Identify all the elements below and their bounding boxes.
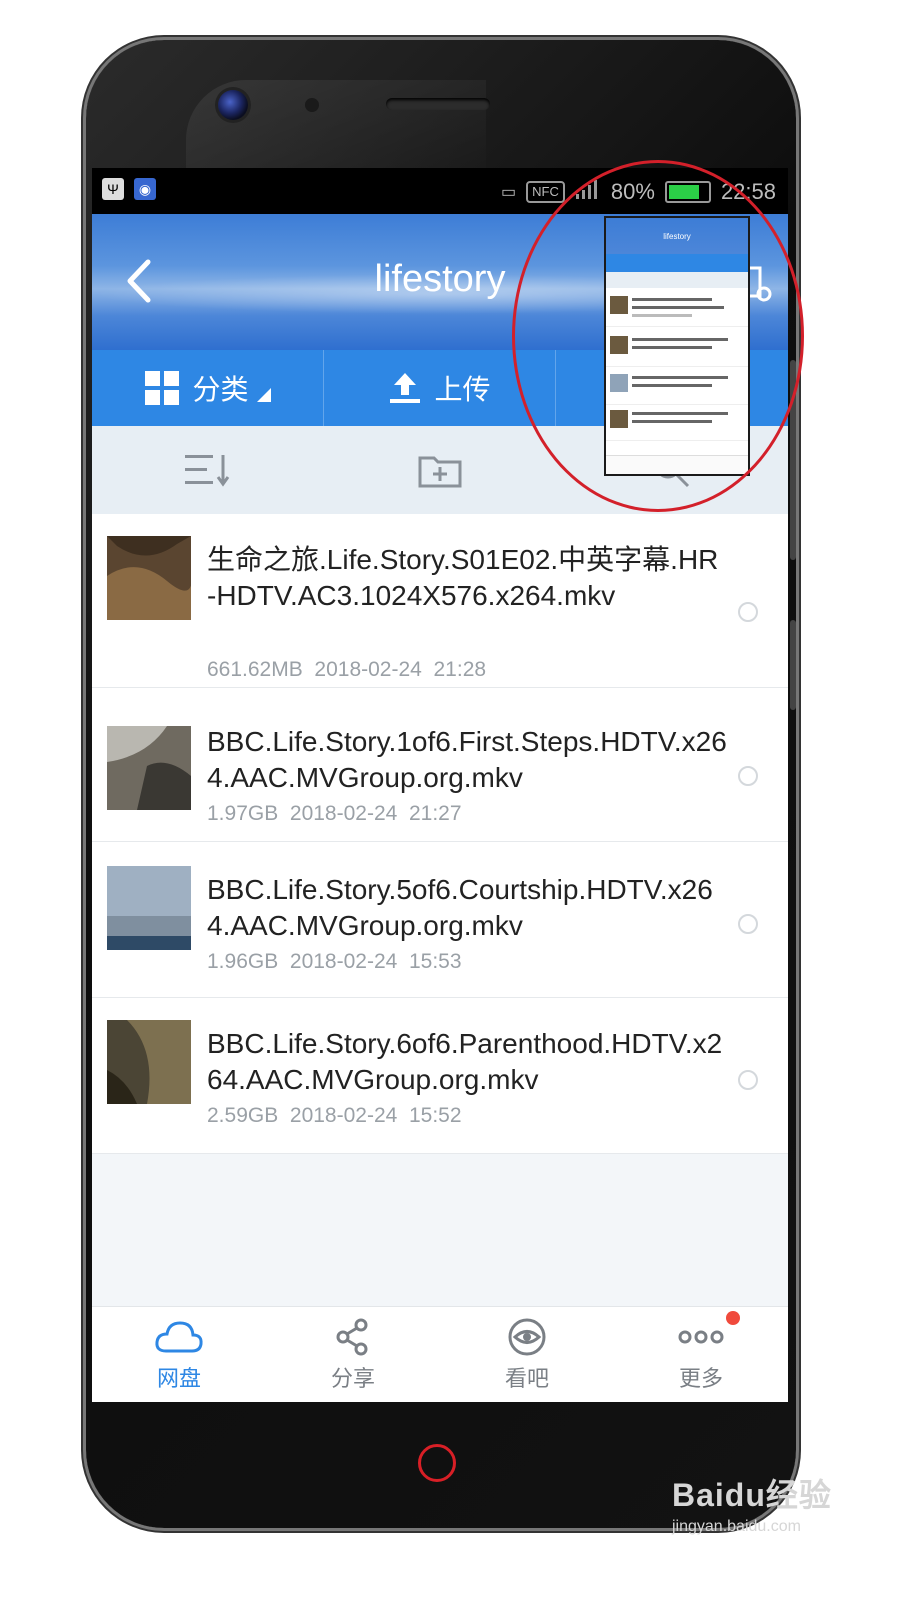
battery-icon: [664, 181, 711, 203]
mini-line: [632, 412, 728, 415]
file-row[interactable]: BBC.Life.Story.1of6.First.Steps.HDTV.x26…: [92, 688, 788, 842]
volume-button: [790, 360, 796, 560]
upload-icon: [390, 373, 421, 403]
file-name: BBC.Life.Story.5of6.Courtship.HDTV.x264.…: [207, 874, 713, 941]
tab-label: 网盘: [156, 1367, 201, 1392]
file-row[interactable]: BBC.Life.Story.5of6.Courtship.HDTV.x264.…: [92, 842, 788, 998]
share-icon: [336, 1318, 368, 1356]
select-checkbox[interactable]: [738, 602, 758, 622]
cloud-icon: [155, 1321, 203, 1353]
tab-label: 看吧: [504, 1367, 549, 1392]
proximity-sensor: [305, 98, 319, 112]
mini-tabbar: [606, 455, 748, 474]
new-folder-button[interactable]: [324, 426, 556, 514]
home-button[interactable]: [418, 1444, 456, 1482]
new-folder-icon: [418, 456, 462, 488]
file-size: 1.97GB: [207, 802, 279, 825]
mini-thumb: [610, 296, 628, 314]
file-meta: 661.62MB 2018-02-24 21:28: [207, 658, 486, 682]
front-camera: [218, 90, 248, 120]
status-right: ▭ NFC 80% 22:58: [501, 178, 776, 206]
battery-percent: 80%: [610, 179, 655, 204]
category-label: 分类: [192, 373, 249, 406]
tab-label: 分享: [330, 1367, 375, 1392]
mini-thumb: [610, 336, 628, 354]
screenshot-preview[interactable]: lifestory: [604, 216, 750, 476]
mini-header: lifestory: [606, 218, 748, 254]
upload-button[interactable]: 上传: [324, 350, 556, 426]
mini-row: [606, 290, 748, 327]
more-icon: [678, 1330, 724, 1344]
earpiece-speaker: [386, 98, 490, 110]
mini-row: [606, 404, 748, 441]
tab-label: 更多: [678, 1367, 723, 1392]
select-checkbox[interactable]: [738, 766, 758, 786]
file-date: 2018-02-24 15:53: [289, 950, 462, 973]
signal-icon: [575, 178, 601, 206]
vibrate-icon: ▭: [501, 184, 517, 201]
mini-thumb: [610, 374, 628, 392]
file-row[interactable]: 生命之旅.Life.Story.S01E02.中英字幕.HR-HDTV.AC3.…: [92, 514, 788, 688]
tab-more[interactable]: 更多: [614, 1307, 788, 1402]
file-name: BBC.Life.Story.1of6.First.Steps.HDTV.x26…: [207, 726, 727, 793]
select-checkbox[interactable]: [738, 914, 758, 934]
mini-line: [632, 306, 724, 309]
dropdown-triangle-icon: [256, 388, 271, 402]
mini-line: [632, 314, 692, 317]
mini-line: [632, 338, 728, 341]
select-checkbox[interactable]: [738, 1070, 758, 1090]
video-thumbnail: [107, 536, 191, 620]
clock: 22:58: [720, 179, 776, 204]
video-thumbnail: [107, 866, 191, 950]
mini-line: [632, 420, 712, 423]
video-thumbnail: [107, 1020, 191, 1104]
app-notification-icon: ◉: [134, 178, 156, 200]
mini-line: [632, 384, 712, 387]
file-size: 1.96GB: [207, 950, 279, 973]
mini-row: [606, 368, 748, 405]
mini-thumb: [610, 410, 628, 428]
usb-icon: Ψ: [102, 178, 124, 200]
file-list: 生命之旅.Life.Story.S01E02.中英字幕.HR-HDTV.AC3.…: [92, 514, 788, 1154]
mini-row: [606, 330, 748, 367]
notification-dot: [726, 1311, 740, 1325]
watermark-logo-text: Baidu经验: [672, 1477, 832, 1513]
file-row[interactable]: BBC.Life.Story.6of6.Parenthood.HDTV.x264…: [92, 998, 788, 1154]
file-size: 2.59GB: [207, 1104, 279, 1127]
file-name: BBC.Life.Story.6of6.Parenthood.HDTV.x264…: [207, 1028, 723, 1095]
sort-icon: [185, 455, 230, 487]
file-meta: 1.96GB 2018-02-24 15:53: [207, 950, 462, 974]
tab-share[interactable]: 分享: [266, 1307, 440, 1402]
file-date: 2018-02-24 21:28: [314, 658, 487, 681]
mini-line: [632, 376, 728, 379]
status-bar: Ψ ◉ ▭ NFC 80% 22:58: [92, 168, 788, 214]
file-meta: 1.97GB 2018-02-24 21:27: [207, 802, 462, 826]
tab-netdisk[interactable]: 网盘: [92, 1307, 266, 1402]
nfc-icon: NFC: [526, 181, 565, 203]
watermark-url: jingyan.baidu.com: [672, 1518, 801, 1535]
mini-toolbar: [606, 272, 748, 288]
file-meta: 2.59GB 2018-02-24 15:52: [207, 1104, 462, 1128]
file-name: 生命之旅.Life.Story.S01E02.中英字幕.HR-HDTV.AC3.…: [207, 544, 719, 611]
category-button[interactable]: 分类: [92, 350, 324, 426]
file-size: 661.62MB: [207, 658, 303, 681]
video-thumbnail: [107, 726, 191, 810]
watermark: Baidu经验 jingyan.baidu.com: [672, 1470, 832, 1536]
bottom-tab-bar: 网盘 分享 看吧 更多: [92, 1306, 788, 1402]
power-button: [790, 620, 796, 710]
mini-line: [632, 298, 712, 301]
upload-label: 上传: [434, 373, 491, 406]
sort-button[interactable]: [92, 426, 324, 514]
mini-action-bar: [606, 254, 748, 272]
mini-line: [632, 346, 712, 349]
tab-watch[interactable]: 看吧: [440, 1307, 614, 1402]
mini-title: lifestory: [663, 232, 691, 241]
grid-icon: [145, 371, 180, 405]
file-date: 2018-02-24 15:52: [289, 1104, 462, 1127]
eye-icon: [508, 1318, 546, 1356]
file-date: 2018-02-24 21:27: [289, 802, 462, 825]
